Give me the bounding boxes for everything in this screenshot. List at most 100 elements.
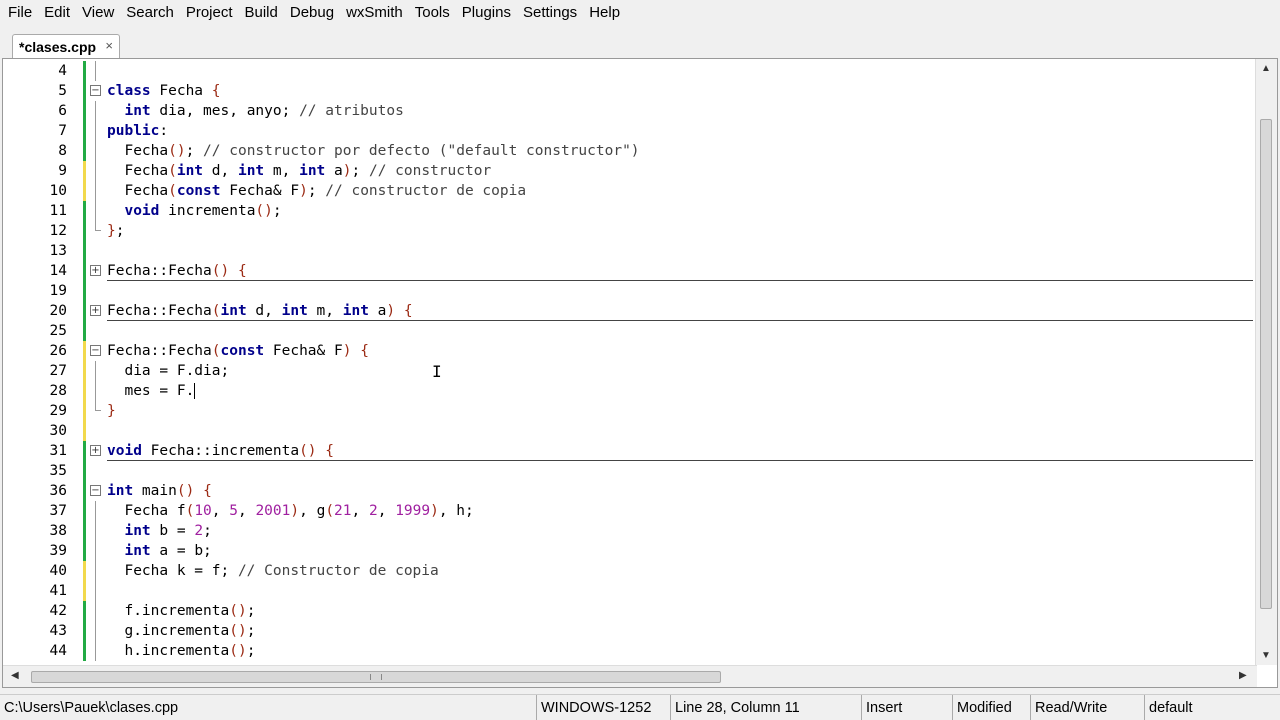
menu-file[interactable]: File <box>2 0 38 26</box>
code-text[interactable]: int dia, mes, anyo; // atributos <box>107 101 403 121</box>
menu-settings[interactable]: Settings <box>517 0 583 26</box>
code-text[interactable]: h.incrementa(); <box>107 641 255 661</box>
line-number: 5 <box>58 83 67 99</box>
line-number: 37 <box>49 503 67 519</box>
menu-view[interactable]: View <box>76 0 120 26</box>
code-line[interactable]: 38 int b = 2; <box>37 521 1253 541</box>
code-text[interactable]: void incrementa(); <box>107 201 281 221</box>
fold-collapse-icon[interactable]: − <box>90 485 101 496</box>
code-line[interactable]: 42 f.incrementa(); <box>37 601 1253 621</box>
tab-clases-cpp[interactable]: *clases.cpp × <box>12 34 120 58</box>
menu-plugins[interactable]: Plugins <box>456 0 517 26</box>
menu-tools[interactable]: Tools <box>409 0 456 26</box>
code-line[interactable]: 7 public: <box>37 121 1253 141</box>
change-marker <box>83 121 86 141</box>
code-line[interactable]: 12}; <box>37 221 1253 241</box>
code-line[interactable]: 28 mes = F. <box>37 381 1253 401</box>
code-line[interactable]: 25 <box>37 321 1253 341</box>
code-text[interactable]: Fecha(int d, int m, int a); // construct… <box>107 161 491 181</box>
line-number: 29 <box>49 403 67 419</box>
code-text[interactable]: g.incrementa(); <box>107 621 255 641</box>
code-text[interactable]: Fecha(); // constructor por defecto ("de… <box>107 141 639 161</box>
code-text[interactable]: public: <box>107 121 168 141</box>
close-icon[interactable]: × <box>105 38 113 53</box>
fold-guide <box>95 641 96 661</box>
scroll-up-icon[interactable]: ▲ <box>1261 63 1271 74</box>
code-line[interactable]: 35 <box>37 461 1253 481</box>
menu-edit[interactable]: Edit <box>38 0 76 26</box>
mouse-ibeam-icon: I <box>432 362 442 381</box>
code-line[interactable]: 13 <box>37 241 1253 261</box>
code-line[interactable]: 5 − class Fecha { <box>37 81 1253 101</box>
code-text[interactable]: f.incrementa(); <box>107 601 255 621</box>
code-line[interactable]: 10 Fecha(const Fecha& F); // constructor… <box>37 181 1253 201</box>
code-text[interactable]: Fecha::Fecha(int d, int m, int a) { <box>107 301 413 321</box>
menu-project[interactable]: Project <box>180 0 239 26</box>
code-line[interactable]: 8 Fecha(); // constructor por defecto ("… <box>37 141 1253 161</box>
fold-collapse-icon[interactable]: − <box>90 85 101 96</box>
scroll-down-icon[interactable]: ▼ <box>1261 650 1271 661</box>
code-text[interactable]: void Fecha::incrementa() { <box>107 441 334 461</box>
status-encoding: WINDOWS-1252 <box>536 695 651 720</box>
menu-debug[interactable]: Debug <box>284 0 340 26</box>
code-text[interactable]: class Fecha { <box>107 81 221 101</box>
menu-wxsmith[interactable]: wxSmith <box>340 0 409 26</box>
menu-build[interactable]: Build <box>239 0 284 26</box>
code-line[interactable]: 14 + Fecha::Fecha() { <box>37 261 1253 281</box>
change-marker <box>83 361 86 381</box>
code-text[interactable]: dia = F.dia; <box>107 361 229 381</box>
code-line[interactable]: 36 − int main() { <box>37 481 1253 501</box>
code-line[interactable]: 6 int dia, mes, anyo; // atributos <box>37 101 1253 121</box>
code-text[interactable]: int a = b; <box>107 541 211 561</box>
code-line[interactable]: 29} <box>37 401 1253 421</box>
change-marker <box>83 421 86 441</box>
code-line[interactable]: 41 <box>37 581 1253 601</box>
code-line[interactable]: 43 g.incrementa(); <box>37 621 1253 641</box>
code-lines[interactable]: 4 5− class Fecha {6 int dia, mes, anyo; //… <box>37 61 1253 661</box>
scroll-right-icon[interactable]: ▶ <box>1239 670 1247 681</box>
code-text[interactable]: Fecha k = f; // Constructor de copia <box>107 561 438 581</box>
code-editor[interactable]: 4 5− class Fecha {6 int dia, mes, anyo; //… <box>2 58 1278 688</box>
horizontal-scroll-thumb[interactable] <box>31 671 721 683</box>
code-text[interactable]: mes = F. <box>107 381 196 401</box>
change-marker <box>83 641 86 661</box>
code-text[interactable]: int main() { <box>107 481 212 501</box>
code-line[interactable]: 27 dia = F.dia; <box>37 361 1253 381</box>
code-text[interactable]: Fecha::Fecha() { <box>107 261 247 281</box>
code-text[interactable]: Fecha(const Fecha& F); // constructor de… <box>107 181 526 201</box>
code-line[interactable]: 39 int a = b; <box>37 541 1253 561</box>
code-text[interactable]: Fecha::Fecha(const Fecha& F) { <box>107 341 369 361</box>
status-language: default <box>1144 695 1193 720</box>
change-marker <box>83 461 86 481</box>
change-marker <box>83 101 86 121</box>
code-line[interactable]: 11 void incrementa(); <box>37 201 1253 221</box>
status-insert-mode: Insert <box>861 695 902 720</box>
horizontal-scrollbar[interactable]: ◀ ▶ <box>3 665 1257 687</box>
code-line[interactable]: 20 + Fecha::Fecha(int d, int m, int a) { <box>37 301 1253 321</box>
code-line[interactable]: 40 Fecha k = f; // Constructor de copia <box>37 561 1253 581</box>
code-line[interactable]: 30 <box>37 421 1253 441</box>
code-text[interactable]: } <box>107 401 116 421</box>
vertical-scroll-thumb[interactable] <box>1260 119 1272 609</box>
code-line[interactable]: 19 <box>37 281 1253 301</box>
line-number: 35 <box>49 463 67 479</box>
menu-help[interactable]: Help <box>583 0 626 26</box>
vertical-scrollbar[interactable]: ▲ ▼ <box>1255 59 1277 665</box>
code-line[interactable]: 37 Fecha f(10, 5, 2001), g(21, 2, 1999),… <box>37 501 1253 521</box>
code-line[interactable]: 31 + void Fecha::incrementa() { <box>37 441 1253 461</box>
fold-collapse-icon[interactable]: − <box>90 345 101 356</box>
code-line[interactable]: 44 h.incrementa(); <box>37 641 1253 661</box>
code-text[interactable]: }; <box>107 221 124 241</box>
code-line[interactable]: 26 − Fecha::Fecha(const Fecha& F) { <box>37 341 1253 361</box>
menu-search[interactable]: Search <box>120 0 180 26</box>
fold-guide <box>95 201 96 221</box>
fold-expand-icon[interactable]: + <box>90 445 101 456</box>
fold-end-guide <box>95 401 101 411</box>
code-line[interactable]: 4 <box>37 61 1253 81</box>
code-line[interactable]: 9 Fecha(int d, int m, int a); // constru… <box>37 161 1253 181</box>
code-text[interactable]: Fecha f(10, 5, 2001), g(21, 2, 1999), h; <box>107 501 473 521</box>
fold-expand-icon[interactable]: + <box>90 265 101 276</box>
fold-expand-icon[interactable]: + <box>90 305 101 316</box>
scroll-left-icon[interactable]: ◀ <box>11 670 19 681</box>
code-text[interactable]: int b = 2; <box>107 521 211 541</box>
